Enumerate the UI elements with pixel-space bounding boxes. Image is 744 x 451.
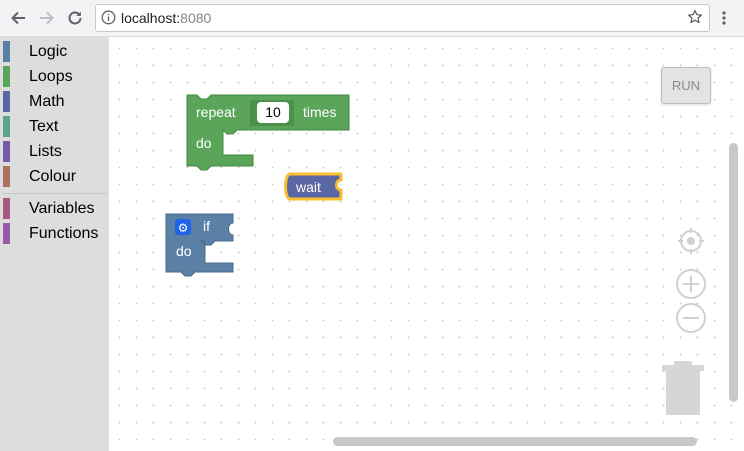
trash-can-icon[interactable]	[660, 358, 706, 418]
horizontal-scrollbar[interactable]	[333, 437, 697, 446]
do-label: do	[176, 243, 192, 259]
settings-glyph: ⚙	[178, 221, 189, 235]
if-block[interactable]: ⚙ if do	[0, 0, 744, 451]
zoom-out-icon[interactable]	[675, 302, 707, 334]
if-label: if	[203, 218, 210, 234]
vertical-scrollbar[interactable]	[729, 143, 738, 402]
center-target-icon[interactable]	[676, 226, 706, 256]
zoom-in-icon[interactable]	[675, 268, 707, 300]
